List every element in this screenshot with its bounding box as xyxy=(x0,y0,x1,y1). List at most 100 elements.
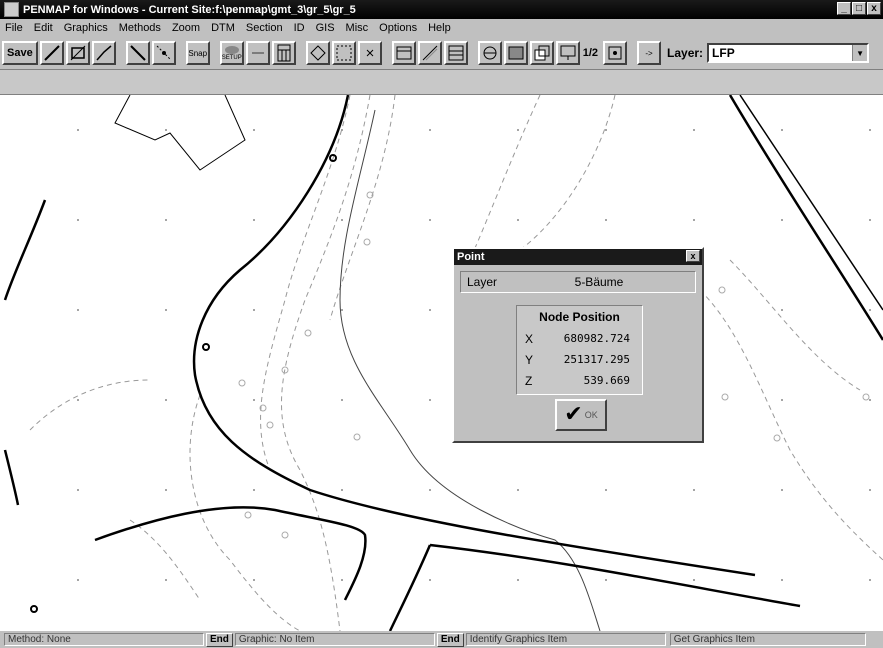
ok-label: OK xyxy=(584,410,598,420)
dialog-layer-value: 5-Bäume xyxy=(574,275,624,289)
print-button[interactable] xyxy=(555,41,580,65)
window-icon xyxy=(508,46,524,60)
grid-dot xyxy=(429,309,431,311)
node-line-button[interactable] xyxy=(151,41,176,65)
layers-button[interactable] xyxy=(529,41,554,65)
end-button-1[interactable]: End xyxy=(206,632,233,647)
zoom-extents-button[interactable] xyxy=(603,41,628,65)
grid-dot xyxy=(781,579,783,581)
grid-dot xyxy=(77,129,79,131)
end-button-2[interactable]: End xyxy=(436,632,464,647)
diamond-tool-button[interactable] xyxy=(305,41,330,65)
next-button[interactable]: -> xyxy=(637,41,662,65)
building-outline xyxy=(114,95,246,171)
diagonal-line-icon xyxy=(129,45,146,61)
grid-dot xyxy=(517,129,519,131)
grid-dot xyxy=(869,399,871,401)
menu-gis[interactable]: GIS xyxy=(311,22,341,34)
setup-button[interactable]: SETUP xyxy=(219,41,244,65)
grid-dot xyxy=(77,579,79,581)
menu-section[interactable]: Section xyxy=(241,22,289,34)
grid-dot xyxy=(253,219,255,221)
edit-table-button[interactable] xyxy=(443,41,468,65)
grid-dot xyxy=(77,489,79,491)
layer-select-value: LFP xyxy=(712,46,735,60)
menu-help[interactable]: Help xyxy=(423,22,457,34)
grid-dot xyxy=(781,309,783,311)
calculator-button[interactable] xyxy=(271,41,296,65)
checkmark-icon: ✔ xyxy=(564,402,583,427)
grid-dot xyxy=(429,489,431,491)
maximize-button[interactable]: □ xyxy=(852,2,866,15)
grid-dot xyxy=(693,129,695,131)
diagonal-line-button[interactable] xyxy=(125,41,150,65)
grid-dot xyxy=(869,129,871,131)
toolbar: Save Snap SETUP 1/2 -> Layer: LFP ▼ xyxy=(0,37,883,70)
grid-dot xyxy=(77,219,79,221)
dialog-close-button[interactable]: x xyxy=(686,250,700,262)
globe-button[interactable] xyxy=(477,41,502,65)
grid-points-icon xyxy=(336,45,352,61)
grid-dot xyxy=(781,489,783,491)
cross-icon xyxy=(366,49,374,57)
window-controls: _ □ x xyxy=(837,2,881,15)
draw-rectangle-button[interactable] xyxy=(65,41,90,65)
node-row-x: X 680982.724 xyxy=(517,328,642,349)
snap-button[interactable]: Snap xyxy=(185,41,210,65)
menu-methods[interactable]: Methods xyxy=(114,22,167,34)
status-graphic: Graphic: No Item xyxy=(234,633,435,646)
menu-dtm[interactable]: DTM xyxy=(206,22,241,34)
menu-edit[interactable]: Edit xyxy=(29,22,59,34)
menu-options[interactable]: Options xyxy=(374,22,423,34)
map-canvas[interactable]: Point x Layer 5-Bäume Node Position X 68… xyxy=(0,95,883,631)
grid-dot xyxy=(429,399,431,401)
ok-button[interactable]: ✔ OK xyxy=(555,399,607,431)
grid-dot xyxy=(517,219,519,221)
arrow-icon xyxy=(251,52,264,54)
draw-line-button[interactable] xyxy=(39,41,64,65)
save-button[interactable]: Save xyxy=(2,41,38,65)
road-edge xyxy=(739,95,883,311)
grid-points-button[interactable] xyxy=(331,41,356,65)
dialog-layer-field: Layer 5-Bäume xyxy=(460,271,696,293)
node-axis-label: Z xyxy=(525,373,533,388)
status-identify: Identify Graphics Item xyxy=(465,633,666,646)
minimize-button[interactable]: _ xyxy=(837,2,851,15)
grid-dot xyxy=(165,399,167,401)
node-z-value: 539.669 xyxy=(583,374,630,387)
close-window-button[interactable]: x xyxy=(867,2,881,15)
grid-dot xyxy=(605,489,607,491)
window-view-button[interactable] xyxy=(503,41,528,65)
grid-dot xyxy=(77,309,79,311)
zoom-extents-icon xyxy=(608,46,622,60)
menu-misc[interactable]: Misc xyxy=(341,22,375,34)
menu-file[interactable]: File xyxy=(0,22,29,34)
monitor-icon xyxy=(560,45,576,60)
node-row-y: Y 251317.295 xyxy=(517,349,642,370)
table-view-button[interactable] xyxy=(391,41,416,65)
grid-dot xyxy=(517,579,519,581)
table-icon xyxy=(396,46,412,60)
grid-dot xyxy=(165,309,167,311)
menu-id[interactable]: ID xyxy=(289,22,311,34)
node-position-header: Node Position xyxy=(539,310,620,324)
node-y-value: 251317.295 xyxy=(563,353,630,366)
edit-line-icon xyxy=(422,45,438,61)
grid-dot xyxy=(781,219,783,221)
grid-dot xyxy=(693,579,695,581)
menu-graphics[interactable]: Graphics xyxy=(59,22,114,34)
chevron-down-icon[interactable]: ▼ xyxy=(852,45,868,61)
draw-polyline-button[interactable] xyxy=(91,41,116,65)
grid-dot xyxy=(341,219,343,221)
cross-tool-button[interactable] xyxy=(357,41,382,65)
grid-dot xyxy=(869,309,871,311)
node-axis-label: Y xyxy=(525,352,534,367)
status-get-item: Get Graphics Item xyxy=(669,633,866,646)
menu-zoom[interactable]: Zoom xyxy=(167,22,206,34)
diamond-icon xyxy=(310,45,326,61)
edit-line-button[interactable] xyxy=(417,41,442,65)
arrow-tool-button[interactable] xyxy=(245,41,270,65)
map-drawing xyxy=(3,95,883,631)
layer-select[interactable]: LFP ▼ xyxy=(707,43,870,63)
grid-dot xyxy=(77,399,79,401)
